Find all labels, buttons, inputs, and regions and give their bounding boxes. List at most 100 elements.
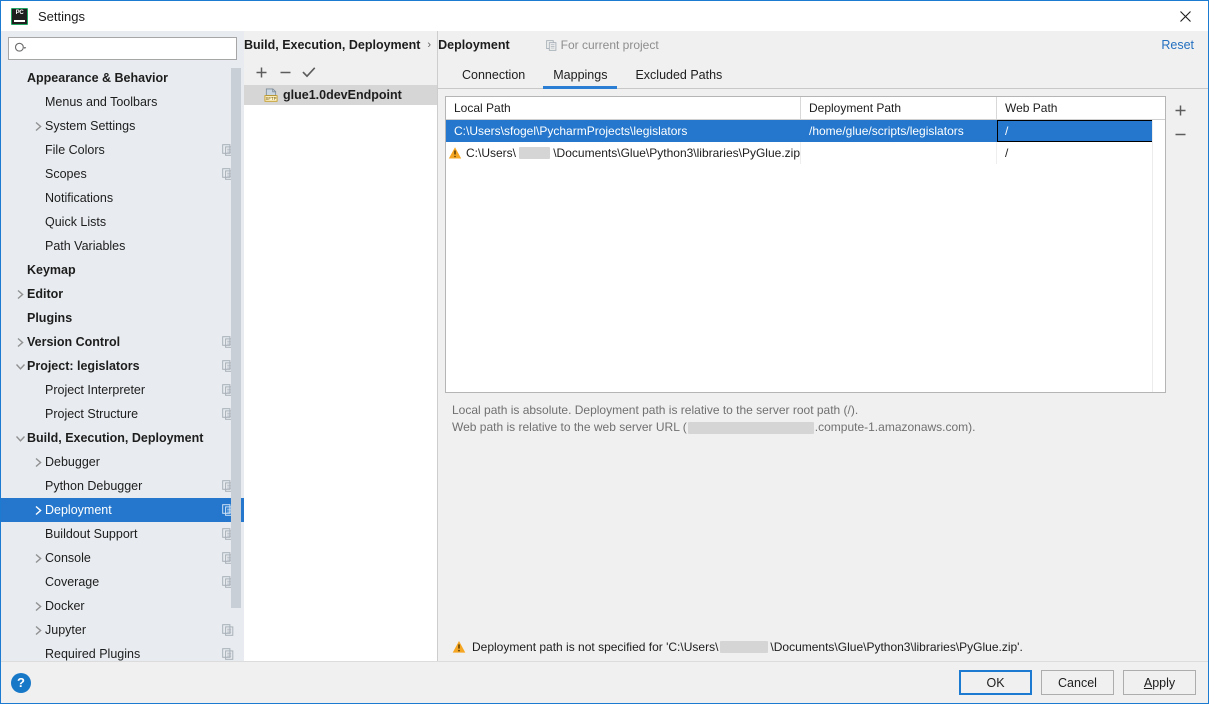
sidebar-item-appearance-behavior[interactable]: Appearance & Behavior xyxy=(1,66,244,90)
chevron-right-icon xyxy=(34,601,43,612)
sidebar-item-debugger[interactable]: Debugger xyxy=(1,450,244,474)
sidebar-item-project-legislators[interactable]: Project: legislators xyxy=(1,354,244,378)
status-suffix: \Documents\Glue\Python3\libraries\PyGlue… xyxy=(770,640,1022,654)
sidebar-item-docker[interactable]: Docker xyxy=(1,594,244,618)
sidebar-item-label: Build, Execution, Deployment xyxy=(27,431,203,445)
chevron-right-icon xyxy=(16,289,25,300)
tree-expander[interactable] xyxy=(31,457,45,468)
cell-web-path[interactable]: / xyxy=(997,142,1165,164)
button-label-rest: pply xyxy=(1152,676,1175,690)
server-list-item[interactable]: SFTPglue1.0devEndpoint xyxy=(244,85,437,105)
column-header-web-path[interactable]: Web Path xyxy=(997,97,1165,119)
title-bar: PC Settings xyxy=(1,1,1208,31)
sidebar-item-path-variables[interactable]: Path Variables xyxy=(1,234,244,258)
search-input[interactable] xyxy=(31,41,231,57)
sidebar-item-label: Quick Lists xyxy=(45,215,106,229)
sidebar-item-python-debugger[interactable]: Python Debugger xyxy=(1,474,244,498)
column-header-local-path[interactable]: Local Path xyxy=(446,97,801,119)
sidebar-item-editor[interactable]: Editor xyxy=(1,282,244,306)
sidebar-item-label: Deployment xyxy=(45,503,112,517)
sidebar-item-label: Keymap xyxy=(27,263,76,277)
pycharm-logo-icon: PC xyxy=(11,8,28,25)
reset-link[interactable]: Reset xyxy=(1161,38,1194,52)
sidebar-item-required-plugins[interactable]: Required Plugins xyxy=(1,642,244,661)
tree-expander[interactable] xyxy=(31,625,45,636)
close-icon[interactable] xyxy=(1162,1,1208,31)
breadcrumb: Build, Execution, Deployment › Deploymen… xyxy=(244,38,659,52)
sidebar-item-label: Jupyter xyxy=(45,623,86,637)
remove-mapping-button[interactable] xyxy=(1169,123,1191,145)
sidebar-item-buildout-support[interactable]: Buildout Support xyxy=(1,522,244,546)
tab-excluded-paths[interactable]: Excluded Paths xyxy=(621,68,736,88)
sidebar-item-label: Debugger xyxy=(45,455,100,469)
add-mapping-button[interactable] xyxy=(1169,99,1191,121)
table-scrollbar[interactable] xyxy=(1152,120,1165,392)
ok-button[interactable]: OK xyxy=(959,670,1032,695)
sidebar-item-build-execution-deployment[interactable]: Build, Execution, Deployment xyxy=(1,426,244,450)
cancel-button[interactable]: Cancel xyxy=(1041,670,1114,695)
column-header-deployment-path[interactable]: Deployment Path xyxy=(801,97,997,119)
breadcrumb-current: Deployment xyxy=(438,38,510,52)
mappings-panel: Local PathDeployment PathWeb Path C:\Use… xyxy=(438,89,1208,661)
chevron-down-icon xyxy=(15,362,26,371)
sidebar-item-jupyter[interactable]: Jupyter xyxy=(1,618,244,642)
sidebar-item-label: Project: legislators xyxy=(27,359,140,373)
dialog-footer: ? OK Cancel Apply xyxy=(1,661,1208,703)
table-row[interactable]: C:\Users\\Documents\Glue\Python3\librari… xyxy=(446,142,1165,164)
table-body: C:\Users\sfogel\PycharmProjects\legislat… xyxy=(446,120,1165,392)
search-box[interactable] xyxy=(8,37,237,60)
server-list-panel: SFTPglue1.0devEndpoint xyxy=(244,31,438,661)
apply-button[interactable]: Apply xyxy=(1123,670,1196,695)
sidebar-item-label: Path Variables xyxy=(45,239,125,253)
breadcrumb-parent[interactable]: Build, Execution, Deployment xyxy=(244,38,420,52)
sidebar-item-project-interpreter[interactable]: Project Interpreter xyxy=(1,378,244,402)
hint-line-1: Local path is absolute. Deployment path … xyxy=(452,402,1194,419)
redacted-hostname xyxy=(688,422,814,434)
plus-icon[interactable] xyxy=(250,61,272,83)
tree-expander[interactable] xyxy=(31,121,45,132)
sidebar-item-file-colors[interactable]: File Colors xyxy=(1,138,244,162)
sidebar-item-label: Project Structure xyxy=(45,407,138,421)
tree-expander[interactable] xyxy=(31,505,45,516)
sidebar-item-label: Menus and Toolbars xyxy=(45,95,157,109)
scope-indicator: For current project xyxy=(546,38,659,52)
sidebar-item-project-structure[interactable]: Project Structure xyxy=(1,402,244,426)
help-question-icon[interactable]: ? xyxy=(11,673,31,693)
warning-triangle-icon xyxy=(448,146,462,160)
breadcrumb-separator: › xyxy=(427,39,431,51)
table-row[interactable]: C:\Users\sfogel\PycharmProjects\legislat… xyxy=(446,120,1165,142)
tree-expander[interactable] xyxy=(13,289,27,300)
minus-icon[interactable] xyxy=(274,61,296,83)
dialog-buttons: OK Cancel Apply xyxy=(959,670,1196,695)
sidebar-item-keymap[interactable]: Keymap xyxy=(1,258,244,282)
tree-expander[interactable] xyxy=(13,337,27,348)
tree-expander[interactable] xyxy=(31,553,45,564)
server-list: SFTPglue1.0devEndpoint xyxy=(244,85,437,661)
sidebar-item-system-settings[interactable]: System Settings xyxy=(1,114,244,138)
tab-connection[interactable]: Connection xyxy=(448,68,539,88)
cell-web-path[interactable]: / xyxy=(997,120,1165,142)
tree-expander[interactable] xyxy=(13,362,27,371)
cell-local-path[interactable]: C:\Users\\Documents\Glue\Python3\librari… xyxy=(446,142,801,164)
tree-expander[interactable] xyxy=(13,434,27,443)
sidebar-item-console[interactable]: Console xyxy=(1,546,244,570)
sidebar-item-menus-and-toolbars[interactable]: Menus and Toolbars xyxy=(1,90,244,114)
sidebar-item-scopes[interactable]: Scopes xyxy=(1,162,244,186)
sidebar-item-label: Editor xyxy=(27,287,63,301)
sidebar-scrollbar-thumb[interactable] xyxy=(231,68,241,608)
sidebar-item-label: File Colors xyxy=(45,143,105,157)
cell-deployment-path[interactable]: /home/glue/scripts/legislators xyxy=(801,120,997,142)
tab-mappings[interactable]: Mappings xyxy=(539,68,621,88)
sidebar-item-plugins[interactable]: Plugins xyxy=(1,306,244,330)
sidebar-item-version-control[interactable]: Version Control xyxy=(1,330,244,354)
cell-deployment-path[interactable] xyxy=(801,142,997,164)
check-icon[interactable] xyxy=(298,61,320,83)
sidebar-item-quick-lists[interactable]: Quick Lists xyxy=(1,210,244,234)
sidebar-item-coverage[interactable]: Coverage xyxy=(1,570,244,594)
redacted-username xyxy=(519,147,550,159)
search-icon xyxy=(14,42,27,55)
tree-expander[interactable] xyxy=(31,601,45,612)
sidebar-item-deployment[interactable]: Deployment xyxy=(1,498,244,522)
cell-local-path[interactable]: C:\Users\sfogel\PycharmProjects\legislat… xyxy=(446,120,801,142)
sidebar-item-notifications[interactable]: Notifications xyxy=(1,186,244,210)
